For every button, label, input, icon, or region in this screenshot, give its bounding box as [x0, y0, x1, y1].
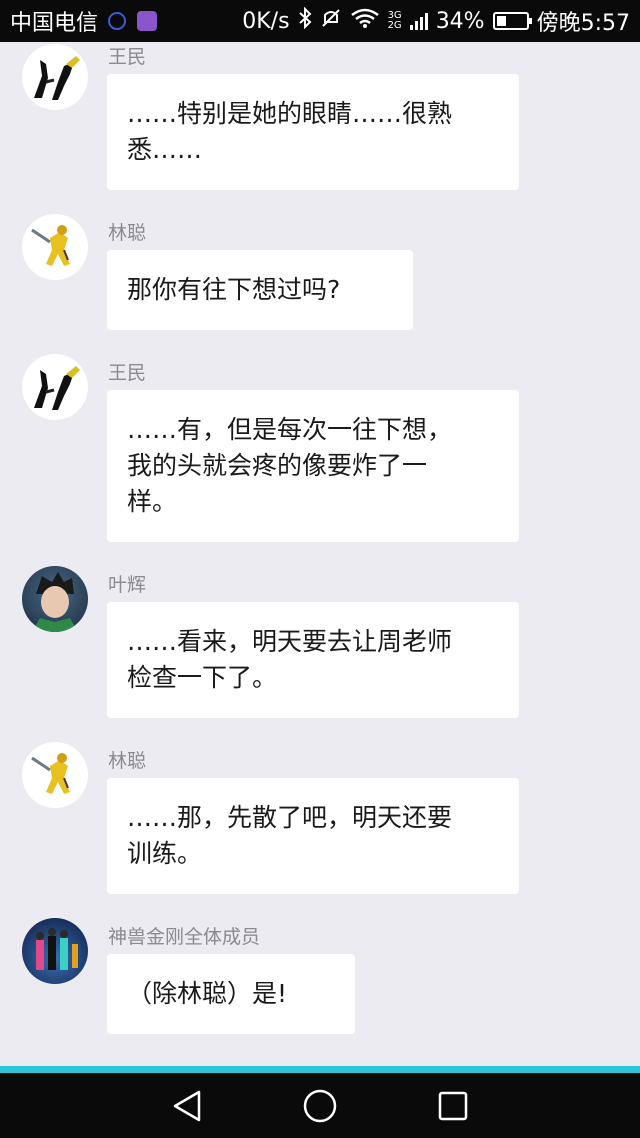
bluetooth-icon: [298, 6, 312, 35]
sender-name: 林聪: [108, 750, 147, 772]
figure-duo-avatar[interactable]: [22, 354, 88, 420]
chat-list[interactable]: 王民 ……特别是她的眼睛……很熟 悉…… 林聪 那你有往下想过吗? 王民 ……有: [0, 42, 640, 1066]
carrier-label: 中国电信: [10, 11, 99, 36]
message-bubble[interactable]: ……特别是她的眼睛……很熟 悉……: [107, 74, 519, 190]
message-bubble[interactable]: 那你有往下想过吗?: [107, 250, 413, 330]
accent-divider: [0, 1066, 640, 1073]
yellow-robot-avatar[interactable]: [22, 742, 88, 808]
home-circle-icon[interactable]: [300, 1086, 340, 1126]
network-type-bottom: 2G: [387, 20, 402, 31]
message-bubble[interactable]: ……看来，明天要去让周老师 检查一下了。: [107, 602, 519, 718]
status-bar-right: 0K/s 3G 2G 34% 傍晚5:57: [242, 5, 630, 37]
clock: 傍晚5:57: [536, 11, 630, 36]
sender-name: 林聪: [108, 222, 147, 244]
message-bubble[interactable]: ……有，但是每次一往下想， 我的头就会疼的像要炸了一 样。: [107, 390, 519, 542]
signal-icon: [409, 12, 428, 30]
network-speed: 0K/s: [242, 8, 290, 34]
gallery-icon: [136, 10, 158, 32]
sender-name: 王民: [108, 362, 147, 384]
group-avatar[interactable]: [22, 918, 88, 984]
notification-circle-icon: [106, 10, 128, 32]
navigation-bar: [0, 1073, 640, 1138]
wifi-icon: [350, 7, 380, 35]
figure-duo-avatar[interactable]: [22, 44, 88, 110]
sender-name: 王民: [108, 46, 147, 68]
battery-percent: 34%: [435, 8, 485, 34]
boy-portrait-avatar[interactable]: [22, 566, 88, 632]
status-bar: 中国电信 0K/s 3G 2G 34% 傍晚5:57: [0, 0, 640, 42]
network-type: 3G 2G: [388, 11, 402, 31]
message-bubble[interactable]: （除林聪）是!: [107, 954, 355, 1034]
back-triangle-icon[interactable]: [167, 1086, 207, 1126]
yellow-robot-avatar[interactable]: [22, 214, 88, 280]
mute-icon: [320, 7, 342, 35]
recents-square-icon[interactable]: [433, 1086, 473, 1126]
battery-icon: [492, 12, 532, 30]
message-bubble[interactable]: ……那，先散了吧，明天还要 训练。: [107, 778, 519, 894]
status-bar-left: 中国电信: [10, 5, 158, 37]
sender-name: 叶辉: [108, 574, 147, 596]
sender-name: 神兽金刚全体成员: [108, 926, 261, 948]
